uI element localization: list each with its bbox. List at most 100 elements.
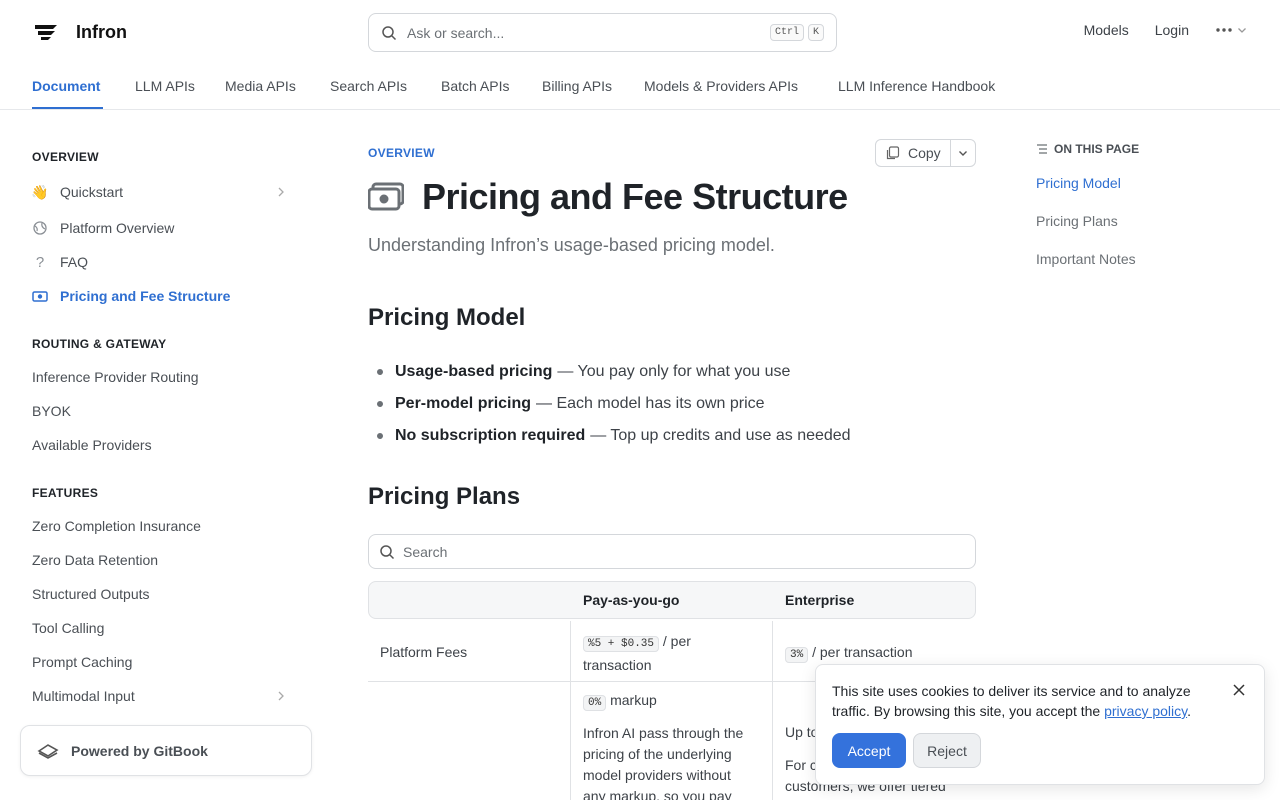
payg-fee-code: %5 + $0.35 [583, 636, 660, 652]
sidebar-item-label: Tool Calling [32, 620, 105, 636]
list-item-bold: No subscription required [395, 427, 586, 444]
sidebar-section-features: FEATURES [32, 486, 99, 500]
chevron-down-icon [1238, 28, 1246, 33]
tab-document[interactable]: Document [32, 78, 100, 94]
infron-logo-icon [35, 25, 57, 40]
reject-cookies-button[interactable]: Reject [913, 733, 981, 768]
search-icon [380, 544, 395, 559]
enterprise-line: Up to [785, 724, 819, 740]
gitbook-icon [37, 743, 59, 759]
sidebar-section-overview: OVERVIEW [32, 150, 99, 164]
table-search-input[interactable]: Search [368, 534, 976, 569]
sidebar-item-zero-data-retention[interactable]: Zero Data Retention [32, 547, 294, 573]
breadcrumb[interactable]: OVERVIEW [368, 146, 435, 160]
sidebar-item-label: Platform Overview [60, 220, 175, 236]
copy-label: Copy [908, 145, 941, 161]
payg-markup-description: Infron AI pass through the pricing of th… [583, 723, 763, 800]
close-icon[interactable] [1232, 683, 1246, 697]
list-item-bold: Usage-based pricing [395, 363, 553, 380]
sidebar-item-inference-routing[interactable]: Inference Provider Routing [32, 364, 294, 390]
sidebar-item-label: Structured Outputs [32, 586, 150, 602]
toc-item-important-notes[interactable]: Important Notes [1036, 251, 1136, 267]
sidebar-item-prompt-caching[interactable]: Prompt Caching [32, 649, 294, 675]
sidebar-item-label: Prompt Caching [32, 654, 133, 670]
enterprise-line: For c [785, 757, 817, 773]
copy-options-dropdown[interactable] [951, 147, 975, 159]
chevron-down-icon [959, 151, 967, 156]
waving-hand-icon: 👋 [31, 183, 49, 200]
login-link[interactable]: Login [1155, 22, 1189, 38]
sidebar-item-label: Available Providers [32, 437, 152, 453]
payg-markup-text: markup [610, 692, 657, 708]
accept-cookies-button[interactable]: Accept [832, 733, 906, 768]
cookie-message: This site uses cookies to deliver its se… [832, 681, 1228, 721]
sidebar-item-label: FAQ [60, 254, 89, 270]
payg-fee-unit-2: transaction [583, 657, 652, 673]
sidebar-item-available-providers[interactable]: Available Providers [32, 432, 294, 458]
sidebar-item-tool-calling[interactable]: Tool Calling [32, 615, 294, 641]
desc-line: model providers without [583, 767, 731, 783]
more-menu-button[interactable] [1215, 24, 1248, 36]
list-item: No subscription required — Top up credits… [368, 420, 968, 452]
page-title: Pricing and Fee Structure [368, 176, 848, 218]
section-tabs: Document LLM APIs Media APIs Search APIs… [0, 64, 1280, 110]
search-input[interactable]: Ask or search... Ctrl K [368, 13, 837, 52]
list-icon [1037, 144, 1047, 154]
powered-by-gitbook-button[interactable]: Powered by GitBook [20, 725, 312, 776]
cookie-period: . [1187, 703, 1191, 719]
sidebar-item-label: Pricing and Fee Structure [60, 288, 231, 304]
on-this-page-heading: ON THIS PAGE [1036, 142, 1139, 156]
copy-icon [886, 146, 900, 160]
sidebar-item-platform-overview[interactable]: Platform Overview [32, 215, 294, 241]
shortcut-ctrl-key: Ctrl [769, 24, 804, 41]
payg-platform-fee-cell: %5 + $0.35 / per transaction [583, 631, 763, 676]
sidebar-item-byok[interactable]: BYOK [32, 398, 294, 424]
cookie-banner: This site uses cookies to deliver its se… [815, 664, 1265, 785]
row-label-platform-fees: Platform Fees [380, 644, 468, 660]
sidebar-item-zero-completion[interactable]: Zero Completion Insurance [32, 513, 294, 539]
sidebar-item-pricing[interactable]: Pricing and Fee Structure [32, 283, 294, 309]
top-header: Infron Ask or search... Ctrl K Models Lo… [0, 0, 1280, 64]
heading-pricing-model: Pricing Model [368, 304, 526, 331]
toc-heading-text: ON THIS PAGE [1054, 142, 1140, 156]
list-item-bold: Per-model pricing [395, 395, 532, 412]
toc-item-pricing-plans[interactable]: Pricing Plans [1036, 213, 1118, 229]
tab-llm-inference-handbook[interactable]: LLM Inference Handbook [838, 78, 995, 94]
toc-item-pricing-model[interactable]: Pricing Model [1036, 175, 1121, 191]
sidebar-item-structured-outputs[interactable]: Structured Outputs [32, 581, 294, 607]
sidebar-item-faq[interactable]: ? FAQ [32, 249, 294, 275]
sidebar-item-label: Multimodal Input [32, 688, 135, 704]
tab-llm-apis[interactable]: LLM APIs [135, 78, 195, 94]
table-header: Pay-as-you-go Enterprise [368, 581, 976, 619]
models-link[interactable]: Models [1084, 22, 1129, 38]
tab-media-apis[interactable]: Media APIs [225, 78, 296, 94]
brand-logo[interactable]: Infron [33, 20, 127, 44]
privacy-policy-link[interactable]: privacy policy [1104, 703, 1187, 719]
heading-pricing-plans: Pricing Plans [368, 483, 521, 510]
pricing-model-list: Usage-based pricing — You pay only for wh… [368, 356, 968, 452]
list-item-text: — Top up credits and use as needed [590, 427, 851, 444]
tab-billing-apis[interactable]: Billing APIs [542, 78, 612, 94]
page-title-text: Pricing and Fee Structure [422, 176, 848, 217]
sidebar-item-label: Inference Provider Routing [32, 369, 199, 385]
list-item-text: — Each model has its own price [536, 395, 765, 412]
globe-icon [32, 220, 48, 236]
header-links: Models Login [1084, 22, 1248, 38]
sidebar-item-multimodal-input[interactable]: Multimodal Input [32, 683, 294, 709]
table-divider [772, 621, 773, 800]
sidebar-item-label: Zero Data Retention [32, 552, 159, 568]
desc-line: Infron AI pass through the [583, 725, 744, 741]
sidebar: OVERVIEW 👋 Quickstart Platform Overview … [0, 110, 330, 800]
sidebar-item-quickstart[interactable]: 👋 Quickstart [31, 179, 294, 205]
copy-button-main[interactable]: Copy [876, 140, 951, 166]
tab-models-providers-apis[interactable]: Models & Providers APIs [644, 78, 798, 94]
brand-name: Infron [76, 21, 127, 42]
sidebar-item-label: BYOK [32, 403, 71, 419]
sidebar-item-label: Zero Completion Insurance [32, 518, 201, 534]
chevron-right-icon [278, 187, 284, 197]
search-placeholder: Ask or search... [407, 24, 505, 41]
table-search-placeholder: Search [403, 543, 448, 560]
tab-batch-apis[interactable]: Batch APIs [441, 78, 509, 94]
copy-page-button[interactable]: Copy [875, 139, 976, 167]
tab-search-apis[interactable]: Search APIs [330, 78, 407, 94]
